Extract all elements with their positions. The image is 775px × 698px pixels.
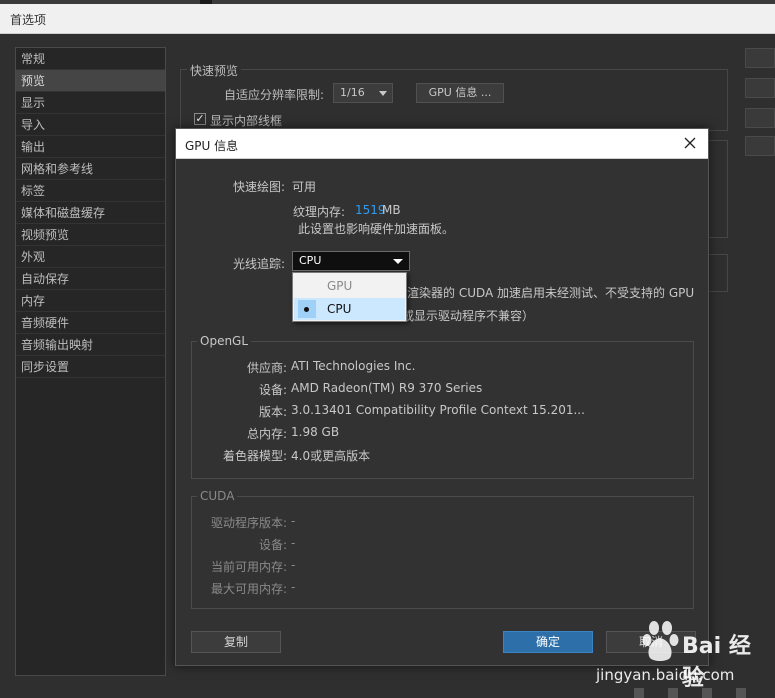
chevron-down-icon [393, 259, 403, 264]
show-wireframe-label: 显示内部线框 [210, 114, 283, 128]
sidebar-item-audio-output-mapping[interactable]: 音频输出映射 [16, 334, 165, 356]
sidebar-item-sync-settings[interactable]: 同步设置 [16, 356, 165, 378]
cuda-warning-line-1: 渲染器的 CUDA 加速启用未经测试、不受支持的 GPU [407, 286, 695, 300]
chevron-down-icon [379, 91, 387, 96]
sidebar-item-display[interactable]: 显示 [16, 92, 165, 114]
sidebar-item-appearance[interactable]: 外观 [16, 246, 165, 268]
cuda-warning-line-2: 或显示驱动程序不兼容） [402, 309, 535, 323]
dialog-title: GPU 信息 [185, 139, 239, 153]
opengl-version-value: 3.0.13401 Compatibility Profile Context … [291, 403, 585, 417]
ray-tracer-option-cpu[interactable]: CPU [294, 298, 405, 320]
sidebar-item-memory[interactable]: 内存 [16, 290, 165, 312]
hardware-accel-note: 此设置也影响硬件加速面板。 [298, 222, 455, 236]
cuda-driver-version-value: - [291, 514, 296, 528]
taskbar-icons [630, 686, 775, 698]
sidebar-item-output[interactable]: 输出 [16, 136, 165, 158]
opengl-vendor-label: 供应商: [246, 361, 287, 375]
cuda-device-value: - [291, 536, 296, 550]
opengl-device-value: AMD Radeon(TM) R9 370 Series [291, 381, 483, 395]
cuda-device-label: 设备: [258, 538, 287, 552]
show-wireframe-checkbox[interactable]: ✓ [194, 113, 206, 125]
sidebar-item-audio-hardware[interactable]: 音频硬件 [16, 312, 165, 334]
window-title: 首选项 [10, 13, 47, 27]
texture-memory-unit: MB [382, 203, 401, 217]
opengl-version-label: 版本: [258, 405, 287, 419]
right-button-stub-4[interactable] [745, 136, 775, 156]
sidebar-item-import[interactable]: 导入 [16, 114, 165, 136]
preferences-titlebar: 首选项 [0, 4, 775, 34]
gpu-info-button[interactable]: GPU 信息 ... [416, 83, 504, 103]
resolution-limit-label: 自适应分辨率限制: [224, 88, 325, 102]
opengl-shader-model-label: 着色器模型: [222, 449, 287, 463]
radio-dot-icon [304, 307, 309, 312]
right-button-stub-1[interactable] [745, 48, 775, 68]
option-label: CPU [327, 302, 352, 316]
right-button-stub-3[interactable] [745, 108, 775, 128]
ray-tracer-label: 光线追踪: [233, 257, 286, 271]
sidebar-item-media-cache[interactable]: 媒体和磁盘缓存 [16, 202, 165, 224]
sidebar-item-auto-save[interactable]: 自动保存 [16, 268, 165, 290]
gpu-info-dialog: GPU 信息 快速绘图: 可用 纹理内存: 1519 MB 此设置也影响硬件加速… [175, 128, 709, 666]
fast-draw-label: 快速绘图: [233, 180, 286, 194]
ray-tracer-dropdown-list: GPU CPU [292, 272, 407, 322]
resolution-limit-select[interactable]: 1/16 [333, 83, 393, 103]
sidebar-item-grids-guides[interactable]: 网格和参考线 [16, 158, 165, 180]
texture-memory-label: 纹理内存: [293, 205, 346, 219]
cuda-title: CUDA [197, 489, 238, 503]
baidu-watermark: Bai 经验 jingyan.baidu.com [592, 616, 772, 696]
sidebar-item-preview[interactable]: 预览 [16, 70, 165, 92]
copy-button[interactable]: 复制 [191, 631, 281, 653]
cuda-driver-version-label: 驱动程序版本: [210, 516, 287, 530]
right-button-stub-2[interactable] [745, 78, 775, 98]
texture-memory-value: 1519 [355, 203, 386, 217]
preferences-sidebar: 常规 预览 显示 导入 输出 网格和参考线 标签 媒体和磁盘缓存 视频预览 外观… [15, 47, 166, 676]
sidebar-item-video-preview[interactable]: 视频预览 [16, 224, 165, 246]
ray-tracer-select[interactable]: CPU [292, 251, 410, 271]
sidebar-item-labels[interactable]: 标签 [16, 180, 165, 202]
ok-button[interactable]: 确定 [503, 631, 593, 653]
cuda-current-memory-value: - [291, 558, 296, 572]
cuda-current-memory-label: 当前可用内存: [210, 560, 287, 574]
cuda-max-memory-label: 最大可用内存: [210, 582, 287, 596]
opengl-total-memory-label: 总内存: [246, 427, 287, 441]
ray-tracer-selected-value: CPU [299, 254, 322, 267]
opengl-title: OpenGL [197, 334, 252, 348]
close-icon[interactable] [680, 133, 700, 153]
dialog-titlebar: GPU 信息 [176, 129, 708, 159]
watermark-url: jingyan.baidu.com [596, 666, 735, 684]
opengl-total-memory-value: 1.98 GB [291, 425, 340, 439]
opengl-shader-model-value: 4.0或更高版本 [291, 449, 371, 463]
opengl-vendor-value: ATI Technologies Inc. [291, 359, 416, 373]
fast-preview-title: 快速预览 [187, 62, 242, 79]
fast-draw-value: 可用 [292, 180, 317, 194]
resolution-limit-value: 1/16 [340, 86, 365, 99]
paw-logo-icon [642, 621, 679, 661]
opengl-device-label: 设备: [258, 383, 287, 397]
cuda-max-memory-value: - [291, 580, 296, 594]
sidebar-item-general[interactable]: 常规 [16, 48, 165, 70]
ray-tracer-option-gpu[interactable]: GPU [294, 275, 405, 297]
option-label: GPU [327, 279, 353, 293]
